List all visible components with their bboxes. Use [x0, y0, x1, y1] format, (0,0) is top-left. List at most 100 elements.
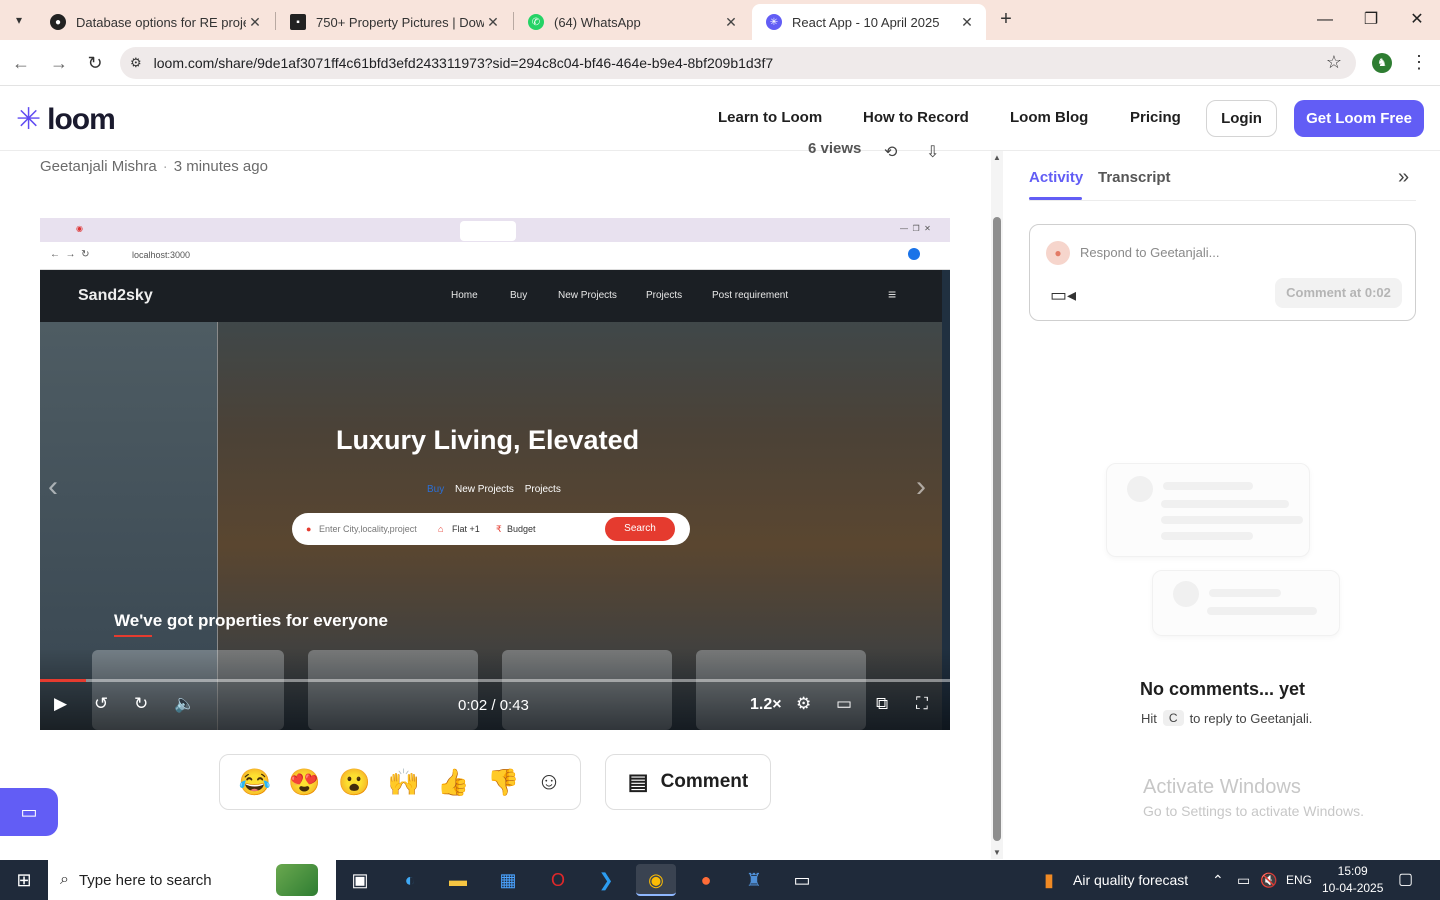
tab-transcript[interactable]: Transcript — [1098, 169, 1171, 186]
respond-box[interactable]: ● Respond to Geetanjali... ▭◂ Comment at… — [1029, 224, 1416, 321]
opera-icon[interactable]: O — [538, 864, 578, 896]
taskbar-clock[interactable]: 15:09 10-04-2025 — [1322, 863, 1383, 897]
browser-menu-icon[interactable]: ⋮ — [1410, 52, 1428, 73]
site-search-bar: ● Enter City,locality,project ⌂ Flat +1 … — [292, 513, 690, 545]
postgresql-icon[interactable]: ♜ — [734, 864, 774, 896]
terminal-icon[interactable]: ▭ — [782, 864, 822, 896]
volume-icon[interactable]: 🔈 — [174, 694, 195, 714]
windows-start-icon[interactable]: ⊞ — [0, 860, 48, 900]
login-button[interactable]: Login — [1206, 100, 1277, 137]
show-hidden-icons-icon[interactable]: ⌃ — [1212, 860, 1224, 900]
vscode-icon[interactable]: ❯ — [586, 864, 626, 896]
settings-gear-icon[interactable]: ⚙ — [796, 694, 811, 714]
close-tab-icon[interactable]: ✕ — [958, 14, 976, 31]
browser-tab-1[interactable]: ● Database options for RE project ✕ — [36, 4, 274, 40]
language-indicator[interactable]: ENG — [1286, 860, 1312, 900]
back-icon[interactable]: ← — [8, 50, 34, 76]
browser-tab-2[interactable]: ▪ 750+ Property Pictures | Downl ✕ — [276, 4, 512, 40]
notifications-icon[interactable]: ▢ — [1398, 860, 1413, 900]
taskbar-search-placeholder: Type here to search — [78, 871, 212, 889]
nav-pricing[interactable]: Pricing — [1130, 109, 1181, 126]
theater-mode-icon[interactable]: ▭ — [836, 694, 852, 714]
restore-icon[interactable]: ❐ — [1356, 6, 1386, 34]
respond-placeholder[interactable]: Respond to Geetanjali... — [1080, 245, 1219, 260]
tab-divider — [1029, 200, 1416, 201]
time-ago: 3 minutes ago — [173, 158, 268, 175]
site-info-icon[interactable]: ⚙ — [130, 55, 142, 71]
link-icon[interactable]: ⟲ — [884, 142, 897, 162]
chrome-icon[interactable]: ◉ — [636, 864, 676, 896]
home-icon: ⌂ — [438, 524, 444, 534]
extension-icon[interactable]: ♞ — [1372, 53, 1392, 73]
tab-activity[interactable]: Activity — [1029, 169, 1083, 186]
collapse-panel-icon[interactable]: » — [1398, 166, 1409, 189]
meta-separator: · — [162, 158, 168, 175]
weather-text[interactable]: Air quality forecast — [1073, 860, 1188, 900]
address-bar[interactable]: ⚙ loom.com/share/9de1af3071ff4c61bfd3efd… — [120, 47, 1356, 79]
carousel-next-icon: › — [916, 470, 926, 503]
scroll-up-icon[interactable]: ▲ — [991, 153, 1003, 162]
reload-icon[interactable]: ↻ — [82, 50, 108, 76]
edge-icon[interactable]: ◐ — [390, 864, 430, 896]
bookmark-star-icon[interactable]: ☆ — [1326, 52, 1342, 73]
fullscreen-icon[interactable]: ⛶ — [916, 694, 928, 714]
rewind-5-icon[interactable]: ↺ — [94, 694, 108, 714]
reaction-raised-hands[interactable]: 🙌 — [388, 767, 420, 798]
watermark-subtitle: Go to Settings to activate Windows. — [1143, 803, 1364, 819]
postman-icon[interactable]: ● — [686, 864, 726, 896]
volume-muted-icon[interactable]: 🔇 — [1260, 860, 1277, 900]
close-tab-icon[interactable]: ✕ — [484, 14, 502, 31]
tab-search-icon[interactable]: ▾ — [6, 8, 32, 32]
view-count[interactable]: 6 views — [808, 140, 861, 157]
add-reaction-icon[interactable]: ☺ — [537, 768, 562, 796]
browser-tab-4[interactable]: ✳ React App - 10 April 2025 ✕ — [752, 4, 986, 40]
record-reply-camera-icon[interactable]: ▭◂ — [1050, 285, 1076, 306]
minimize-icon[interactable]: — — [1310, 6, 1340, 34]
browser-tab-strip: ▾ ● Database options for RE project ✕ ▪ … — [0, 0, 1440, 40]
page-scrollbar[interactable]: ▲ ▼ — [991, 151, 1003, 859]
author-name[interactable]: Geetanjali Mishra — [40, 158, 157, 175]
url-text: loom.com/share/9de1af3071ff4c61bfd3efd24… — [153, 55, 774, 71]
empty-state-title: No comments... yet — [1140, 679, 1306, 699]
close-tab-icon[interactable]: ✕ — [246, 14, 264, 31]
recorded-browser-tabs: ◉ — ❐ ✕ — [40, 218, 950, 242]
scrollbar-thumb[interactable] — [993, 217, 1001, 841]
scroll-down-icon[interactable]: ▼ — [991, 848, 1003, 857]
network-icon[interactable]: ▭ — [1237, 860, 1250, 900]
picture-in-picture-icon[interactable]: ⧉ — [876, 694, 888, 714]
site-hero-tabs: Buy New Projects Projects — [427, 484, 561, 495]
microsoft-store-icon[interactable]: ▦ — [488, 864, 528, 896]
video-player[interactable]: ◉ — ❐ ✕ ← → ↻ localhost:3000 Sand2sky Ho… — [40, 218, 950, 730]
site-hamburger-icon: ≡ — [888, 286, 897, 302]
record-video-icon[interactable]: ▭ — [0, 788, 58, 836]
nav-how-to-record[interactable]: How to Record — [863, 109, 969, 126]
weather-icon[interactable]: ▮ — [1044, 860, 1054, 900]
close-window-icon[interactable]: ✕ — [1402, 6, 1432, 34]
close-tab-icon[interactable]: ✕ — [722, 14, 740, 31]
playback-speed[interactable]: 1.2× — [750, 696, 782, 714]
forward-5-icon[interactable]: ↻ — [134, 694, 148, 714]
reaction-thumbs-up[interactable]: 👍 — [437, 767, 469, 798]
nav-learn-to-loom[interactable]: Learn to Loom — [718, 109, 822, 126]
reaction-thumbs-down[interactable]: 👎 — [487, 767, 519, 798]
new-tab-icon[interactable]: + — [994, 8, 1018, 32]
taskbar-search[interactable]: ⌕ Type here to search — [48, 860, 336, 900]
reaction-heart-eyes[interactable]: 😍 — [288, 767, 320, 798]
video-progress-track[interactable] — [40, 679, 950, 682]
video-progress-fill — [40, 679, 86, 682]
comment-button[interactable]: ▤ Comment — [605, 754, 771, 810]
reaction-wow[interactable]: 😮 — [338, 767, 370, 798]
play-icon[interactable]: ▶ — [54, 694, 67, 714]
comment-at-button[interactable]: Comment at 0:02 — [1275, 278, 1402, 308]
forward-icon[interactable]: → — [46, 50, 72, 76]
illustration-line — [1161, 500, 1289, 508]
file-explorer-icon[interactable]: ▬ — [438, 864, 478, 896]
browser-tab-3[interactable]: ✆ (64) WhatsApp ✕ — [514, 4, 750, 40]
reaction-laugh[interactable]: 😂 — [239, 767, 271, 798]
nav-loom-blog[interactable]: Loom Blog — [1010, 109, 1088, 126]
loom-header: ✳ loom Learn to Loom How to Record Loom … — [0, 87, 1440, 151]
download-icon[interactable]: ⇩ — [926, 142, 939, 162]
loom-logo[interactable]: ✳ loom — [16, 103, 116, 137]
task-view-icon[interactable]: ▣ — [340, 864, 380, 896]
get-loom-free-button[interactable]: Get Loom Free — [1294, 100, 1424, 137]
